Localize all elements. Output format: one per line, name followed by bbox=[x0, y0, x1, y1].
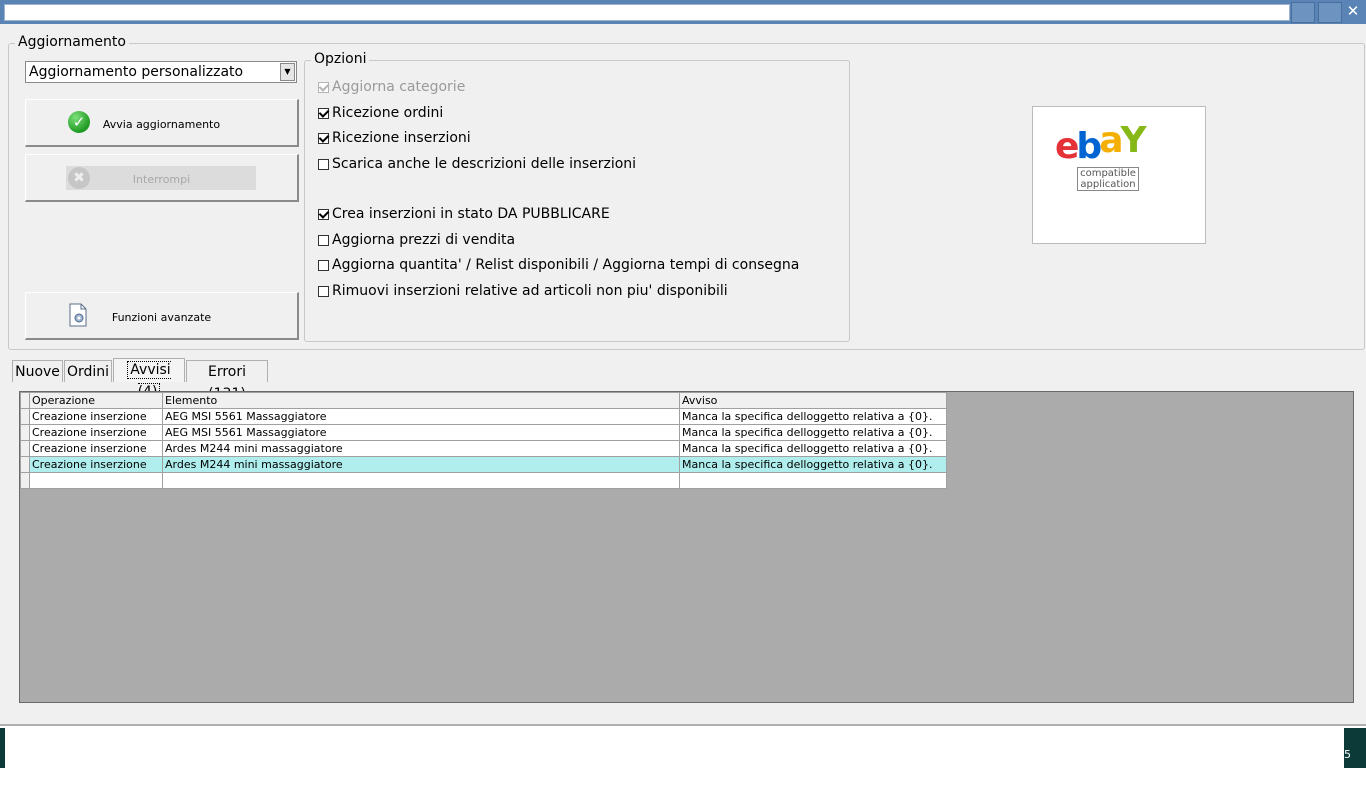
option-label: Aggiorna quantita' / Relist disponibili … bbox=[332, 257, 800, 273]
minimize-button[interactable] bbox=[1291, 2, 1315, 23]
stop-label: Interrompi bbox=[132, 173, 191, 186]
advanced-functions-label: Funzioni avanzate bbox=[111, 311, 212, 324]
close-button[interactable]: ✕ bbox=[1342, 1, 1364, 21]
table-new-row[interactable] bbox=[20, 472, 947, 489]
main-window: Aggiornamento Aggiornamento personalizza… bbox=[0, 24, 1366, 726]
table-row[interactable]: Creazione inserzione AEG MSI 5561 Massag… bbox=[20, 408, 947, 425]
cell-elemento[interactable]: AEG MSI 5561 Massaggiatore bbox=[162, 408, 680, 425]
cell-elemento[interactable]: AEG MSI 5561 Massaggiatore bbox=[162, 424, 680, 441]
cell-operazione[interactable]: Creazione inserzione bbox=[29, 440, 163, 457]
option-aggiorna-categorie[interactable]: Aggiorna categorie bbox=[318, 78, 465, 96]
start-update-button[interactable]: ✓ Avvia aggiornamento bbox=[25, 99, 299, 147]
warnings-table: Operazione Elemento Avviso Creazione ins… bbox=[20, 392, 947, 489]
cell-avviso[interactable]: Manca la specifica delloggetto relativa … bbox=[679, 408, 947, 425]
column-header-avviso[interactable]: Avviso bbox=[679, 392, 947, 409]
window-title bbox=[4, 4, 1290, 21]
taskbar-left-edge bbox=[0, 728, 5, 768]
update-mode-value: Aggiornamento personalizzato bbox=[29, 64, 244, 80]
option-crea-inserzioni[interactable]: Crea inserzioni in stato DA PUBBLICARE bbox=[318, 205, 610, 223]
option-aggiorna-quantita[interactable]: Aggiorna quantita' / Relist disponibili … bbox=[318, 256, 799, 274]
row-selector[interactable] bbox=[20, 408, 30, 425]
row-selector[interactable] bbox=[20, 424, 30, 441]
table-row[interactable]: Creazione inserzione Ardes M244 mini mas… bbox=[20, 440, 947, 457]
option-label: Aggiorna categorie bbox=[332, 79, 466, 95]
option-rimuovi-inserzioni[interactable]: Rimuovi inserzioni relative ad articoli … bbox=[318, 282, 728, 300]
cell-avviso[interactable]: Manca la specifica delloggetto relativa … bbox=[679, 456, 947, 473]
row-selector[interactable] bbox=[20, 440, 30, 457]
option-ricezione-ordini[interactable]: Ricezione ordini bbox=[318, 104, 443, 122]
stop-button[interactable]: ✖ Interrompi bbox=[25, 154, 299, 202]
cell-avviso[interactable]: Manca la specifica delloggetto relativa … bbox=[679, 440, 947, 457]
cell-avviso[interactable]: Manca la specifica delloggetto relativa … bbox=[679, 424, 947, 441]
chevron-down-icon[interactable]: ▼ bbox=[280, 63, 295, 81]
option-scarica-descrizioni[interactable]: Scarica anche le descrizioni delle inser… bbox=[318, 155, 636, 173]
checkbox[interactable] bbox=[318, 234, 329, 246]
option-label: Aggiorna prezzi di vendita bbox=[332, 232, 516, 248]
table-row-selected[interactable]: Creazione inserzione Ardes M244 mini mas… bbox=[20, 456, 947, 473]
table-row[interactable]: Creazione inserzione AEG MSI 5561 Massag… bbox=[20, 424, 947, 441]
cell-empty[interactable] bbox=[679, 472, 947, 489]
row-selector[interactable] bbox=[20, 472, 30, 489]
logo-caption: compatible application bbox=[1077, 167, 1139, 191]
taskbar-right-edge: 5 bbox=[1344, 728, 1366, 768]
checkbox[interactable] bbox=[318, 158, 329, 170]
tab-ordini[interactable]: Ordini bbox=[64, 360, 112, 382]
ebay-wordmark: ebaY bbox=[1055, 120, 1147, 167]
cell-operazione[interactable]: Creazione inserzione bbox=[29, 408, 163, 425]
aggiornamento-group-title: Aggiornamento bbox=[15, 34, 129, 50]
checkbox[interactable] bbox=[318, 259, 329, 271]
tab-avvisi[interactable]: Avvisi (4) bbox=[113, 358, 185, 401]
column-header-operazione[interactable]: Operazione bbox=[29, 392, 163, 409]
cell-empty[interactable] bbox=[29, 472, 163, 489]
table-header-row: Operazione Elemento Avviso bbox=[20, 392, 947, 409]
option-label: Ricezione inserzioni bbox=[332, 130, 471, 146]
tab-errori[interactable]: Errori (131) bbox=[186, 360, 268, 402]
warnings-grid[interactable]: Operazione Elemento Avviso Creazione ins… bbox=[19, 391, 1354, 703]
row-selector[interactable] bbox=[20, 456, 30, 473]
cell-operazione[interactable]: Creazione inserzione bbox=[29, 456, 163, 473]
option-label: Crea inserzioni in stato DA PUBBLICARE bbox=[332, 206, 610, 222]
row-header-corner[interactable] bbox=[20, 392, 30, 409]
checkbox[interactable] bbox=[318, 132, 329, 144]
cell-elemento[interactable]: Ardes M244 mini massaggiatore bbox=[162, 440, 680, 457]
checkbox[interactable] bbox=[318, 208, 329, 220]
checkbox[interactable] bbox=[318, 285, 329, 297]
cell-empty[interactable] bbox=[162, 472, 680, 489]
checkbox[interactable] bbox=[318, 81, 329, 93]
update-mode-select[interactable]: Aggiornamento personalizzato ▼ bbox=[25, 61, 297, 83]
ebay-compatible-logo: ebaY compatible application bbox=[1032, 106, 1206, 244]
column-header-elemento[interactable]: Elemento bbox=[162, 392, 680, 409]
cell-elemento[interactable]: Ardes M244 mini massaggiatore bbox=[162, 456, 680, 473]
opzioni-group-title: Opzioni bbox=[311, 51, 370, 67]
option-label: Ricezione ordini bbox=[332, 105, 444, 121]
cell-operazione[interactable]: Creazione inserzione bbox=[29, 424, 163, 441]
start-update-label: Avvia aggiornamento bbox=[102, 118, 221, 131]
option-label: Rimuovi inserzioni relative ad articoli … bbox=[332, 283, 728, 299]
maximize-button[interactable] bbox=[1318, 2, 1342, 23]
option-aggiorna-prezzi[interactable]: Aggiorna prezzi di vendita bbox=[318, 231, 515, 249]
advanced-functions-button[interactable]: Funzioni avanzate bbox=[25, 292, 299, 340]
title-bar: ✕ bbox=[0, 0, 1366, 24]
checkbox[interactable] bbox=[318, 107, 329, 119]
option-ricezione-inserzioni[interactable]: Ricezione inserzioni bbox=[318, 129, 471, 147]
option-label: Scarica anche le descrizioni delle inser… bbox=[332, 156, 637, 172]
tab-nuove[interactable]: Nuove bbox=[12, 360, 63, 382]
